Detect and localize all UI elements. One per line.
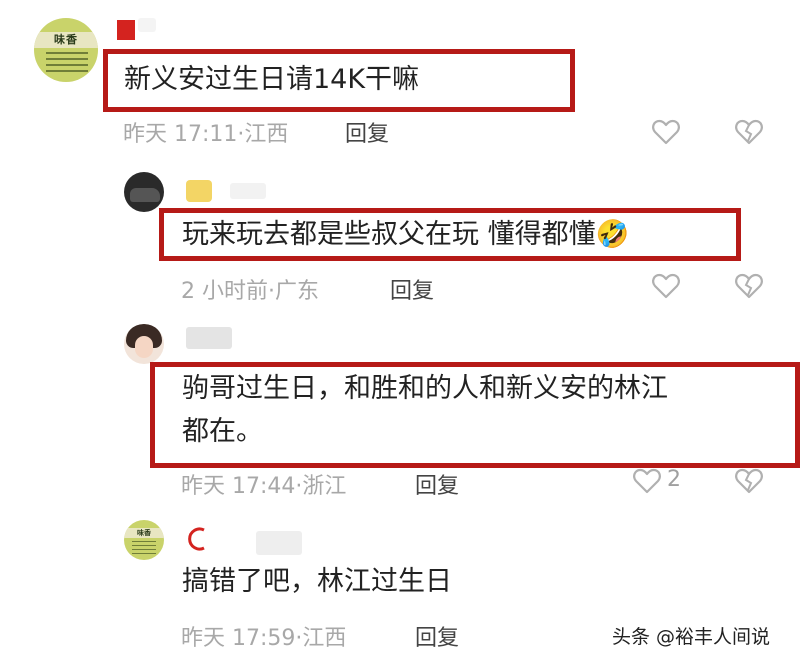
- comment-text-1: 新义安过生日请14K干嘛: [124, 64, 420, 95]
- like-count: 2: [667, 467, 681, 492]
- comment-meta-4: 昨天 17:59·江西: [181, 626, 347, 651]
- commenter-avatar-3[interactable]: [124, 324, 164, 364]
- comment-text-2: 玩来玩去都是些叔父在玩 懂得都懂🤣: [182, 219, 630, 250]
- avatar-sign: 味香: [34, 32, 98, 48]
- reply-button-1[interactable]: 回复: [345, 116, 389, 148]
- commenter-avatar-1[interactable]: 味香: [34, 18, 98, 82]
- heart-outline-icon[interactable]: [650, 270, 682, 302]
- reply-button-3[interactable]: 回复: [415, 468, 459, 500]
- comment-time: 昨天 17:11: [123, 122, 238, 147]
- comment-time: 昨天 17:44: [181, 474, 296, 499]
- comment-location: 江西: [244, 122, 289, 147]
- heart-outline-icon[interactable]: [650, 116, 682, 148]
- comment-location: 浙江: [302, 474, 347, 499]
- comment-text-3-line1: 驹哥过生日，和胜和的人和新义安的林江: [182, 373, 668, 404]
- comment-meta-2: 2 小时前·广东: [181, 279, 320, 304]
- broken-heart-icon[interactable]: [733, 116, 765, 148]
- comment-text-4: 搞错了吧，林江过生日: [182, 566, 452, 597]
- redacted-username-1: [117, 20, 135, 40]
- redacted-username-4: [188, 527, 205, 551]
- reply-button-2[interactable]: 回复: [390, 273, 434, 305]
- broken-heart-icon[interactable]: [733, 465, 765, 497]
- comment-meta-3: 昨天 17:44·浙江: [181, 474, 347, 499]
- comment-text-3-line2: 都在。: [182, 416, 263, 447]
- comment-location: 江西: [302, 626, 347, 651]
- source-watermark: 头条 @裕丰人间说: [612, 626, 771, 648]
- redacted-username-2: [186, 180, 212, 202]
- redacted-username-3: [186, 327, 232, 349]
- commenter-avatar-4[interactable]: 味香: [124, 520, 164, 560]
- commenter-avatar-2[interactable]: [124, 172, 164, 212]
- avatar-sign: 味香: [124, 528, 164, 538]
- comment-location: 广东: [275, 279, 320, 304]
- laughing-emoji-icon: 🤣: [595, 219, 630, 250]
- heart-outline-icon[interactable]: [631, 465, 663, 497]
- comment-time: 昨天 17:59: [181, 626, 296, 651]
- comment-time: 2 小时前: [181, 279, 268, 304]
- comment-meta-1: 昨天 17:11·江西: [123, 122, 289, 147]
- broken-heart-icon[interactable]: [733, 270, 765, 302]
- reply-button-4[interactable]: 回复: [415, 620, 459, 652]
